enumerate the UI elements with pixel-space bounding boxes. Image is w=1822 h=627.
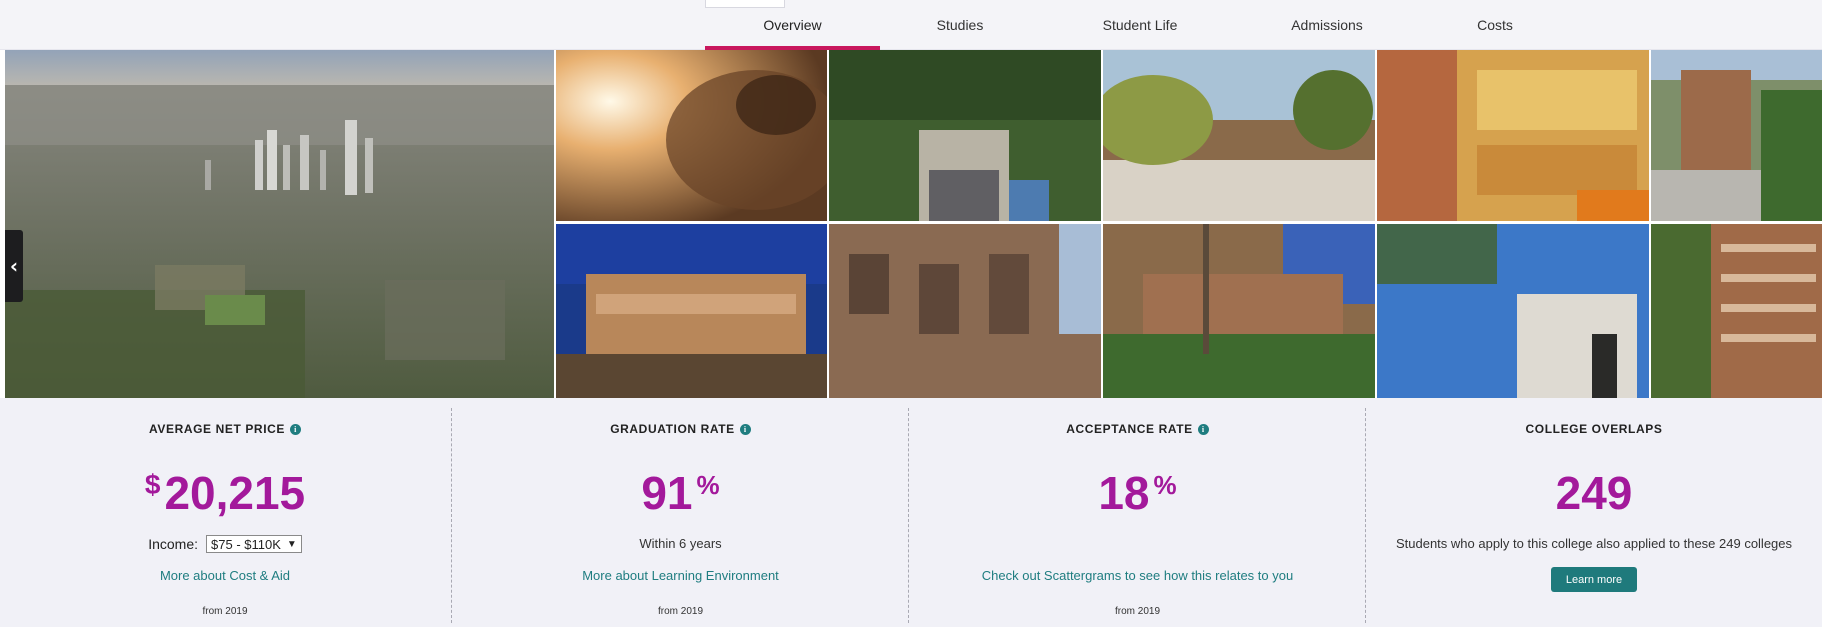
acceptance-rate-value: 18 %	[909, 470, 1366, 516]
campus-plaza-photo[interactable]	[1103, 50, 1375, 221]
bruin-bear-statue-photo[interactable]	[556, 50, 827, 221]
chevron-down-icon: ▼	[286, 538, 297, 550]
photo-gallery: ‹	[0, 50, 1822, 398]
percent-sign: %	[1153, 470, 1177, 500]
graduation-rate-number: 91	[641, 467, 693, 519]
info-icon[interactable]: i	[739, 423, 751, 435]
graduation-rate-card: GRADUATION RATE i 91 % Within 6 years Mo…	[452, 398, 909, 627]
net-price-number: 20,215	[164, 467, 306, 519]
learn-more-button[interactable]: Learn more	[1551, 567, 1637, 592]
info-icon[interactable]: i	[290, 423, 301, 435]
acceptance-rate-title: ACCEPTANCE RATE i	[909, 422, 1366, 436]
data-year-note: from 2019	[202, 606, 248, 617]
income-selected-value: $75 - $110K	[211, 536, 281, 552]
acceptance-rate-label: ACCEPTANCE RATE	[1066, 422, 1193, 436]
currency-symbol: $	[144, 469, 161, 500]
percent-sign: %	[696, 470, 720, 500]
modern-building-facade-photo[interactable]	[1377, 50, 1649, 221]
college-overlaps-label: COLLEGE OVERLAPS	[1525, 422, 1663, 436]
college-overlaps-card: COLLEGE OVERLAPS 249 Students who apply …	[1366, 398, 1822, 627]
income-selector-row: Income: $75 - $110K ▼	[0, 535, 450, 553]
library-building-photo[interactable]	[556, 224, 827, 398]
key-stats-bar: AVERAGE NET PRICE i $ 20,215 Income: $75…	[0, 398, 1822, 627]
tab-costs[interactable]: Costs	[1415, 0, 1575, 50]
data-year-note: from 2019	[1114, 606, 1161, 617]
acceptance-rate-card: ACCEPTANCE RATE i 18 % Check out Scatter…	[909, 398, 1366, 627]
college-overlaps-title: COLLEGE OVERLAPS	[1366, 422, 1822, 436]
acceptance-rate-number: 18	[1098, 467, 1150, 519]
tab-overview[interactable]: Overview	[705, 0, 880, 50]
tall-brick-building-photo[interactable]	[1651, 224, 1822, 398]
college-overlaps-number: 249	[1555, 467, 1633, 519]
gallery-prev-button[interactable]: ‹	[5, 230, 23, 302]
tab-studies[interactable]: Studies	[880, 0, 1040, 50]
tab-student-life[interactable]: Student Life	[1060, 0, 1220, 50]
college-profile-page: Overview Studies Student Life Admissions…	[0, 0, 1822, 627]
scattergrams-link[interactable]: Check out Scattergrams to see how this r…	[909, 568, 1366, 583]
income-select[interactable]: $75 - $110K ▼	[206, 535, 302, 553]
graduation-rate-subtext: Within 6 years	[639, 536, 722, 551]
average-net-price-value: $ 20,215	[0, 467, 450, 519]
college-overlaps-subtext: Students who apply to this college also …	[1395, 536, 1793, 551]
gothic-hall-photo[interactable]	[829, 224, 1101, 398]
graduation-rate-label: GRADUATION RATE	[610, 422, 735, 436]
graduation-rate-title: GRADUATION RATE i	[452, 422, 909, 436]
average-net-price-label: AVERAGE NET PRICE	[149, 422, 285, 436]
average-net-price-title: AVERAGE NET PRICE i	[0, 422, 450, 436]
campus-walkway-crowd-photo[interactable]	[829, 50, 1101, 221]
brick-building-aerial-photo[interactable]	[1651, 50, 1822, 221]
aerial-campus-photo[interactable]	[5, 50, 554, 398]
average-net-price-card: AVERAGE NET PRICE i $ 20,215 Income: $75…	[0, 398, 450, 627]
palm-tree-courtyard-photo[interactable]	[1103, 224, 1375, 398]
info-icon[interactable]: i	[1197, 423, 1209, 435]
data-year-note: from 2019	[657, 606, 704, 617]
income-label: Income:	[148, 536, 199, 552]
cost-aid-link[interactable]: More about Cost & Aid	[0, 568, 450, 583]
graduation-rate-value: 91 %	[452, 470, 909, 516]
tab-admissions[interactable]: Admissions	[1247, 0, 1407, 50]
profile-tab-bar: Overview Studies Student Life Admissions…	[0, 0, 1822, 50]
college-overlaps-value: 249	[1366, 470, 1822, 516]
learning-environment-link[interactable]: More about Learning Environment	[452, 568, 909, 583]
concrete-tower-photo[interactable]	[1377, 224, 1649, 398]
